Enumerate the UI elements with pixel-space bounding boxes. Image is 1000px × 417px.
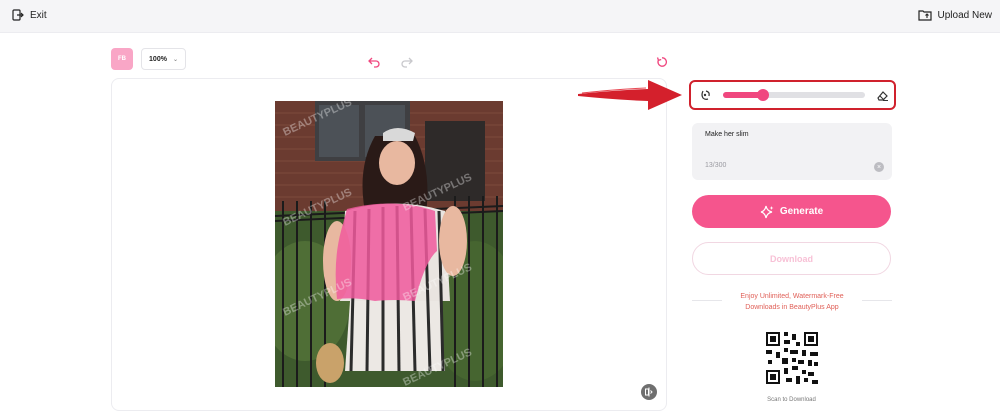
prompt-field[interactable]: Make her slim 13/300 × xyxy=(692,123,892,180)
sparkle-icon xyxy=(760,205,774,218)
upload-new-label: Upload New xyxy=(937,9,992,21)
annotation-arrow xyxy=(578,80,682,110)
qr-code xyxy=(764,330,820,386)
promo-text: Enjoy Unlimited, Watermark-Free Download… xyxy=(711,291,873,313)
exit-label: Exit xyxy=(30,9,47,21)
chevron-down-icon: ⌄ xyxy=(172,56,178,63)
zoom-value: 100% xyxy=(149,55,167,63)
feature-badge: FB xyxy=(111,48,133,70)
promo-line-2: Downloads in BeautyPlus App xyxy=(745,304,839,311)
eraser-icon[interactable] xyxy=(876,89,889,102)
close-icon: × xyxy=(876,163,882,171)
undo-icon[interactable] xyxy=(368,56,380,68)
promo-line-1: Enjoy Unlimited, Watermark-Free xyxy=(740,293,844,300)
brush-size-slider[interactable] xyxy=(723,89,865,101)
reset-icon[interactable] xyxy=(656,56,668,68)
clear-prompt-button[interactable]: × xyxy=(874,162,884,172)
slider-thumb[interactable] xyxy=(756,89,769,101)
generate-button[interactable]: Generate xyxy=(692,195,891,228)
download-label: Download xyxy=(770,253,813,264)
photo-illustration: BEAUTYPLUS BEAUTYPLUS BEAUTYPLUS BEAUTYP… xyxy=(275,101,503,387)
scan-label: Scan to Download xyxy=(767,397,816,403)
brush-icon[interactable] xyxy=(700,89,712,101)
prompt-char-count: 13/300 xyxy=(705,162,727,169)
compare-button[interactable] xyxy=(641,384,657,400)
exit-button[interactable]: Exit xyxy=(12,9,47,21)
upload-new-button[interactable]: Upload New xyxy=(917,9,992,21)
brush-size-control xyxy=(689,80,896,110)
compare-icon xyxy=(645,387,653,397)
download-button[interactable]: Download xyxy=(692,242,891,275)
zoom-select[interactable]: 100% ⌄ xyxy=(141,48,186,70)
folder-upload-icon xyxy=(917,10,932,21)
redo-icon[interactable] xyxy=(401,56,413,68)
prompt-text[interactable]: Make her slim xyxy=(705,131,749,138)
top-bar: Exit Upload New xyxy=(0,0,1000,33)
edited-photo[interactable]: BEAUTYPLUS BEAUTYPLUS BEAUTYPLUS BEAUTYP… xyxy=(275,101,503,387)
exit-icon xyxy=(12,9,24,21)
generate-label: Generate xyxy=(779,206,824,217)
